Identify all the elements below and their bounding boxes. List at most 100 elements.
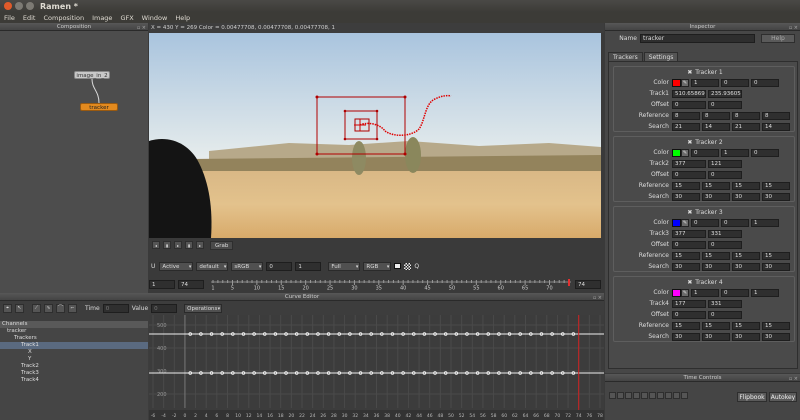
color-swatch[interactable] <box>672 288 681 297</box>
menu-help[interactable]: Help <box>175 14 190 22</box>
offset-field[interactable]: 0 <box>708 310 742 319</box>
search-field[interactable]: 30 <box>732 192 760 201</box>
color-value-field[interactable]: 0 <box>721 218 749 227</box>
color-swatch[interactable] <box>672 148 681 157</box>
reference-field[interactable]: 15 <box>732 181 760 190</box>
resolution-select[interactable]: Full <box>328 261 361 271</box>
channel-item[interactable]: Track1 <box>0 342 148 349</box>
panel-float-close-icons[interactable]: ▫ × <box>593 294 602 302</box>
offset-field[interactable]: 0 <box>708 170 742 179</box>
mode-select[interactable]: Active <box>159 261 194 271</box>
track-position-field[interactable]: 331 <box>708 299 742 308</box>
node-image-in[interactable]: image_in_2 <box>74 71 110 79</box>
time-field[interactable]: 0 <box>102 303 129 313</box>
track-position-field[interactable]: 121 <box>708 159 742 168</box>
remove-tracker-icon[interactable]: ✖ <box>687 279 692 286</box>
menu-gfx[interactable]: GFX <box>120 14 133 22</box>
search-field[interactable]: 14 <box>702 122 730 131</box>
track-position-field[interactable]: 377 <box>672 159 706 168</box>
search-field[interactable]: 30 <box>702 262 730 271</box>
search-field[interactable]: 30 <box>672 262 700 271</box>
search-field[interactable]: 14 <box>762 122 790 131</box>
reference-field[interactable]: 8 <box>762 111 790 120</box>
menu-edit[interactable]: Edit <box>23 14 36 22</box>
tc-prev-frame-button[interactable] <box>625 392 632 399</box>
color-value-field[interactable]: 0 <box>691 218 719 227</box>
frame-end-field[interactable]: 74 <box>178 280 204 289</box>
search-field[interactable]: 30 <box>762 262 790 271</box>
search-field[interactable]: 30 <box>732 332 760 341</box>
offset-field[interactable]: 0 <box>672 170 706 179</box>
color-swatch[interactable] <box>672 78 681 87</box>
color-value-field[interactable]: 0 <box>721 288 749 297</box>
tc-prev-key-button[interactable] <box>617 392 624 399</box>
remove-tracker-icon[interactable]: ✖ <box>687 139 692 146</box>
jump-end-button[interactable]: ▸ <box>196 241 204 249</box>
tc-play-back-button[interactable] <box>633 392 640 399</box>
search-field[interactable]: 30 <box>762 192 790 201</box>
image-viewer[interactable] <box>149 33 601 238</box>
color-value-field[interactable]: 0 <box>751 78 779 87</box>
flat-tangent-icon[interactable]: ⌒ <box>56 303 65 313</box>
remove-tracker-icon[interactable]: ✖ <box>687 69 692 76</box>
search-field[interactable]: 21 <box>672 122 700 131</box>
node-tracker[interactable]: tracker <box>80 103 118 111</box>
search-field[interactable]: 21 <box>732 122 760 131</box>
search-field[interactable]: 30 <box>732 262 760 271</box>
color-value-field[interactable]: 1 <box>751 218 779 227</box>
tc-next-frame-button[interactable] <box>657 392 664 399</box>
channel-item[interactable]: Trackers <box>0 335 148 342</box>
tab-trackers[interactable]: Trackers <box>608 52 643 61</box>
next-frame-button[interactable]: ▮ <box>185 241 193 249</box>
reference-field[interactable]: 15 <box>762 251 790 260</box>
channel-item[interactable]: X <box>0 349 148 356</box>
channel-item[interactable]: Track2 <box>0 363 148 370</box>
reference-field[interactable]: 15 <box>672 321 700 330</box>
smooth-tangent-icon[interactable]: ∿ <box>44 303 53 313</box>
menu-image[interactable]: Image <box>92 14 112 22</box>
frame-start-field[interactable]: 1 <box>149 280 175 289</box>
linear-tangent-icon[interactable]: ⟋ <box>32 303 41 313</box>
reference-field[interactable]: 8 <box>702 111 730 120</box>
channel-item[interactable]: Track4 <box>0 377 148 384</box>
grab-button[interactable]: Grab <box>210 240 234 250</box>
gamma-field[interactable]: 1 <box>295 261 322 271</box>
move-tool-icon[interactable]: ↖ <box>15 303 24 313</box>
current-frame-field[interactable]: 74 <box>575 280 601 289</box>
eyedropper-icon[interactable]: ✎ <box>681 78 689 87</box>
search-field[interactable]: 30 <box>762 332 790 341</box>
timeline-ruler[interactable]: 1 5 10 15 20 25 30 35 40 45 50 55 60 65 70 <box>211 279 571 292</box>
search-field[interactable]: 30 <box>672 192 700 201</box>
minimize-window-button[interactable] <box>15 2 23 10</box>
jump-start-button[interactable]: ◂ <box>152 241 160 249</box>
tc-end-button[interactable] <box>673 392 680 399</box>
eyedropper-icon[interactable]: ✎ <box>681 288 689 297</box>
channel-item[interactable]: Y <box>0 356 148 363</box>
channels-select[interactable]: RGB <box>363 261 392 271</box>
reference-field[interactable]: 8 <box>732 111 760 120</box>
channel-item[interactable]: tracker <box>0 328 148 335</box>
tc-play-button[interactable] <box>649 392 656 399</box>
reference-field[interactable]: 15 <box>762 181 790 190</box>
tc-stop-button[interactable] <box>641 392 648 399</box>
track-position-field[interactable]: 177 <box>672 299 706 308</box>
tc-loop-button[interactable] <box>681 392 688 399</box>
reference-field[interactable]: 15 <box>672 251 700 260</box>
step-tangent-icon[interactable]: ⌐ <box>68 303 77 313</box>
colorspace-select[interactable]: sRGB <box>231 261 264 271</box>
reference-field[interactable]: 15 <box>702 251 730 260</box>
select-tool-icon[interactable]: ⌖ <box>3 303 12 313</box>
track-position-field[interactable]: 235.93605 <box>708 89 742 98</box>
menu-file[interactable]: File <box>4 14 15 22</box>
search-field[interactable]: 30 <box>702 192 730 201</box>
close-window-button[interactable] <box>4 2 12 10</box>
offset-field[interactable]: 0 <box>672 100 706 109</box>
overlay-toggle-icon[interactable] <box>394 263 402 269</box>
eyedropper-icon[interactable]: ✎ <box>681 148 689 157</box>
flipbook-button[interactable]: Flipbook <box>737 392 767 402</box>
offset-field[interactable]: 0 <box>672 310 706 319</box>
value-field[interactable]: 0 <box>151 303 178 313</box>
color-value-field[interactable]: 1 <box>751 288 779 297</box>
reference-field[interactable]: 15 <box>762 321 790 330</box>
channel-item[interactable]: Track3 <box>0 370 148 377</box>
